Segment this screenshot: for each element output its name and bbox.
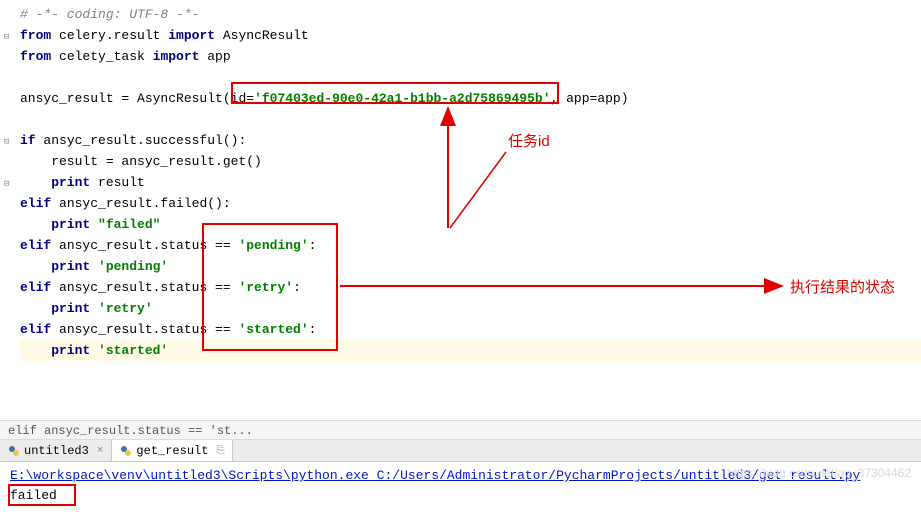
pin-icon[interactable]: ⎘: [216, 445, 224, 457]
code-line[interactable]: elif ansyc_result.status == 'pending':: [20, 235, 921, 256]
code-line[interactable]: elif ansyc_result.status == 'retry':: [20, 277, 921, 298]
code-line[interactable]: elif ansyc_result.status == 'started':: [20, 319, 921, 340]
fold-icon[interactable]: ⊟: [4, 132, 14, 142]
code-line[interactable]: elif ansyc_result.failed():: [20, 193, 921, 214]
code-line[interactable]: [20, 109, 921, 130]
code-line[interactable]: ansyc_result = AsyncResult(id='f07403ed-…: [20, 88, 921, 109]
tab-label: untitled3: [24, 444, 89, 458]
code-line[interactable]: print 'started': [20, 340, 921, 361]
code-line[interactable]: # -*- coding: UTF-8 -*-: [20, 4, 921, 25]
breadcrumb: elif ansyc_result.status == 'st...: [0, 420, 921, 440]
code-editor[interactable]: ⊟ ⊟ ⊟ # -*- coding: UTF-8 -*- from celer…: [0, 0, 921, 420]
code-line[interactable]: print "failed": [20, 214, 921, 235]
code-line[interactable]: from celery.result import AsyncResult: [20, 25, 921, 46]
fold-icon[interactable]: ⊟: [4, 27, 14, 37]
breadcrumb-text: elif ansyc_result.status == 'st...: [8, 424, 253, 438]
fold-icon[interactable]: ⊟: [4, 174, 14, 184]
code-line[interactable]: result = ansyc_result.get(): [20, 151, 921, 172]
close-icon[interactable]: ×: [97, 445, 104, 457]
code-line[interactable]: print 'pending': [20, 256, 921, 277]
code-line[interactable]: print 'retry': [20, 298, 921, 319]
code-line[interactable]: [20, 361, 921, 382]
watermark: https://blog.csdn.net/qq_37304462: [727, 466, 911, 480]
gutter: ⊟ ⊟ ⊟: [0, 0, 18, 420]
code-line[interactable]: from celety_task import app: [20, 46, 921, 67]
code-line[interactable]: if ansyc_result.successful():: [20, 130, 921, 151]
code-line[interactable]: print result: [20, 172, 921, 193]
tab-untitled3[interactable]: untitled3 ×: [0, 440, 112, 461]
code-line[interactable]: [20, 67, 921, 88]
python-icon: [8, 445, 20, 457]
console-result: failed: [10, 486, 911, 506]
tab-get-result[interactable]: get_result ⎘: [112, 440, 233, 461]
tab-label: get_result: [136, 444, 208, 458]
python-icon: [120, 445, 132, 457]
run-tabs-bar: untitled3 × get_result ⎘: [0, 440, 921, 462]
